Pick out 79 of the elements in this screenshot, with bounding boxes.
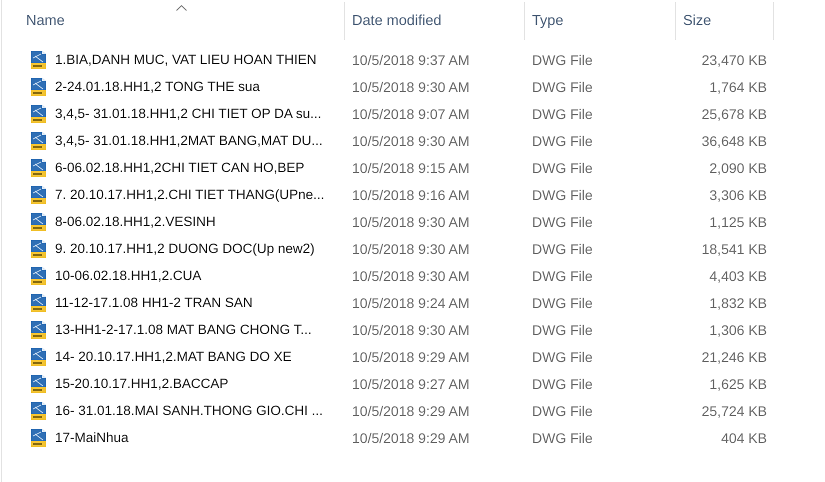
dwg-file-icon xyxy=(31,212,46,230)
file-type: DWG File xyxy=(532,402,593,418)
dwg-file-icon xyxy=(31,402,46,420)
file-name[interactable]: 14- 20.10.17.HH1,2.MAT BANG DO XE xyxy=(55,349,292,364)
dwg-file-icon xyxy=(31,186,46,204)
date-modified: 10/5/2018 9:30 AM xyxy=(352,240,470,256)
file-size: 23,470 KB xyxy=(702,52,767,68)
file-size: 1,306 KB xyxy=(709,322,767,338)
dwg-file-icon xyxy=(31,320,46,338)
date-modified: 10/5/2018 9:07 AM xyxy=(352,106,470,122)
file-type: DWG File xyxy=(532,376,593,392)
file-size: 1,125 KB xyxy=(709,214,767,230)
file-type: DWG File xyxy=(532,268,593,284)
date-modified: 10/5/2018 9:30 AM xyxy=(352,268,470,284)
date-modified: 10/5/2018 9:29 AM xyxy=(352,430,470,446)
file-type: DWG File xyxy=(532,78,593,94)
file-size: 1,832 KB xyxy=(709,294,767,310)
date-modified: 10/5/2018 9:37 AM xyxy=(352,52,470,68)
file-size: 18,541 KB xyxy=(702,240,767,256)
file-name[interactable]: 8-06.02.18.HH1,2.VESINH xyxy=(55,214,216,229)
file-size: 21,246 KB xyxy=(702,348,767,364)
file-name[interactable]: 10-06.02.18.HH1,2.CUA xyxy=(55,268,202,283)
dwg-file-icon xyxy=(31,428,46,446)
file-size: 4,403 KB xyxy=(709,268,767,284)
dwg-file-icon xyxy=(31,294,46,312)
dwg-file-icon xyxy=(31,158,46,176)
file-name[interactable]: 13-HH1-2-17.1.08 MAT BANG CHONG T... xyxy=(55,322,312,337)
dwg-file-icon xyxy=(31,240,46,258)
file-type: DWG File xyxy=(532,430,593,446)
dwg-file-icon xyxy=(31,348,46,366)
file-size: 1,764 KB xyxy=(709,78,767,94)
column-header[interactable]: Name xyxy=(26,13,65,29)
date-modified: 10/5/2018 9:30 AM xyxy=(352,78,470,94)
date-modified: 10/5/2018 9:27 AM xyxy=(352,376,470,392)
file-name[interactable]: 11-12-17.1.08 HH1-2 TRAN SAN xyxy=(55,295,253,310)
file-name[interactable]: 7. 20.10.17.HH1,2.CHI TIET THANG(UPne... xyxy=(55,187,324,202)
dwg-file-icon xyxy=(31,78,46,96)
file-type: DWG File xyxy=(532,294,593,310)
file-name[interactable]: 1.BIA,DANH MUC, VAT LIEU HOAN THIEN xyxy=(55,52,317,67)
file-type: DWG File xyxy=(532,160,593,176)
file-size: 2,090 KB xyxy=(709,160,767,176)
file-size: 25,678 KB xyxy=(702,106,767,122)
file-name[interactable]: 16- 31.01.18.MAI SANH.THONG GIO.CHI ... xyxy=(55,403,323,418)
dwg-file-icon xyxy=(31,50,46,68)
date-modified: 10/5/2018 9:30 AM xyxy=(352,322,470,338)
file-size: 36,648 KB xyxy=(702,132,767,148)
file-name[interactable]: 2-24.01.18.HH1,2 TONG THE sua xyxy=(55,79,260,94)
date-modified: 10/5/2018 9:15 AM xyxy=(352,160,470,176)
file-size: 25,724 KB xyxy=(702,402,767,418)
file-size: 404 KB xyxy=(721,430,767,446)
file-type: DWG File xyxy=(532,322,593,338)
dwg-file-icon xyxy=(31,132,46,150)
column-header[interactable]: Size xyxy=(683,13,712,29)
file-name[interactable]: 9. 20.10.17.HH1,2 DUONG DOC(Up new2) xyxy=(55,241,315,256)
file-name[interactable]: 3,4,5- 31.01.18.HH1,2 CHI TIET OP DA su... xyxy=(55,106,322,121)
date-modified: 10/5/2018 9:24 AM xyxy=(352,294,470,310)
file-type: DWG File xyxy=(532,214,593,230)
date-modified: 10/5/2018 9:30 AM xyxy=(352,214,470,230)
file-type: DWG File xyxy=(532,106,593,122)
file-type: DWG File xyxy=(532,348,593,364)
dwg-file-icon xyxy=(31,266,46,284)
column-header[interactable]: Type xyxy=(532,13,564,29)
file-name[interactable]: 3,4,5- 31.01.18.HH1,2MAT BANG,MAT DU... xyxy=(55,133,323,148)
date-modified: 10/5/2018 9:16 AM xyxy=(352,186,470,202)
date-modified: 10/5/2018 9:30 AM xyxy=(352,132,470,148)
file-type: DWG File xyxy=(532,240,593,256)
file-type: DWG File xyxy=(532,132,593,148)
file-name[interactable]: 15-20.10.17.HH1,2.BACCAP xyxy=(55,376,228,391)
file-size: 3,306 KB xyxy=(709,186,767,202)
file-type: DWG File xyxy=(532,52,593,68)
dwg-file-icon xyxy=(31,104,46,122)
file-type: DWG File xyxy=(532,186,593,202)
file-size: 1,625 KB xyxy=(709,376,767,392)
file-name[interactable]: 17-MaiNhua xyxy=(55,430,129,445)
date-modified: 10/5/2018 9:29 AM xyxy=(352,402,470,418)
file-name[interactable]: 6-06.02.18.HH1,2CHI TIET CAN HO,BEP xyxy=(55,160,304,175)
dwg-file-icon xyxy=(31,374,46,392)
date-modified: 10/5/2018 9:29 AM xyxy=(352,348,470,364)
column-header[interactable]: Date modified xyxy=(352,13,442,29)
